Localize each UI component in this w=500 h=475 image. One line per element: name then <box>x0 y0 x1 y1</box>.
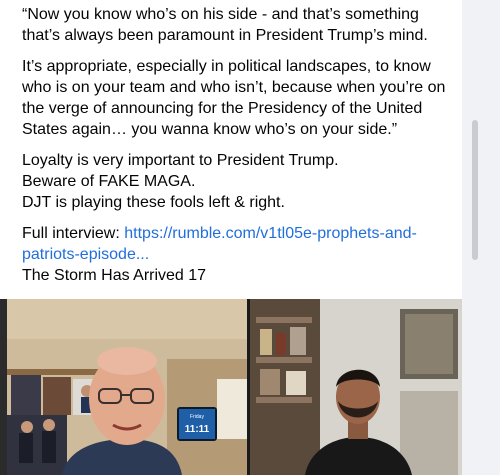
clock-day: Friday <box>190 414 204 420</box>
quote-paragraph-1: “Now you know who’s on his side - and th… <box>22 6 428 44</box>
video-preview[interactable]: Friday 11:11 <box>0 299 462 475</box>
clock-time: 11:11 <box>185 424 210 435</box>
commentary-line-3: DJT is playing these fools left & right. <box>22 194 285 211</box>
scroll-thumb[interactable] <box>472 120 478 260</box>
interview-prefix: Full interview: <box>22 225 125 242</box>
commentary-line-2: Beware of FAKE MAGA. <box>22 173 196 190</box>
post-text: “Now you know who’s on his side - and th… <box>22 0 452 286</box>
footer-text: The Storm Has Arrived 17 <box>22 267 207 284</box>
commentary: Loyalty is very important to President T… <box>22 150 452 213</box>
interview-line: Full interview: https://rumble.com/v1tl0… <box>22 223 452 286</box>
video-left-pane: Friday 11:11 <box>7 299 247 475</box>
commentary-line-1: Loyalty is very important to President T… <box>22 152 339 169</box>
post-card: “Now you know who’s on his side - and th… <box>0 0 462 475</box>
quote-paragraph-2: It’s appropriate, especially in politica… <box>22 58 446 138</box>
video-right-pane <box>250 299 462 475</box>
right-video-frame <box>250 299 462 475</box>
left-video-frame: Friday 11:11 <box>7 299 247 475</box>
